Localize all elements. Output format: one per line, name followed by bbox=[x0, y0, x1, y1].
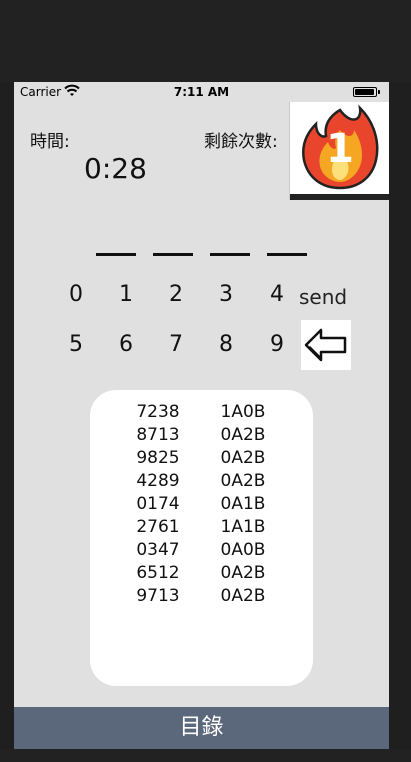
key-0[interactable]: 0 bbox=[56, 275, 96, 315]
history-result: 0A0B bbox=[220, 540, 266, 560]
history-row: 7238 1A0B bbox=[90, 402, 313, 424]
key-6[interactable]: 6 bbox=[106, 325, 146, 365]
send-button[interactable]: send bbox=[299, 277, 359, 317]
key-8[interactable]: 8 bbox=[206, 325, 246, 365]
remaining-count: 1 bbox=[326, 126, 354, 172]
history-guess: 9713 bbox=[136, 586, 180, 606]
backspace-button[interactable] bbox=[301, 320, 351, 370]
history-result: 1A1B bbox=[220, 517, 266, 537]
history-result: 0A2B bbox=[220, 448, 266, 468]
history-guess: 6512 bbox=[136, 563, 180, 583]
key-4[interactable]: 4 bbox=[257, 275, 297, 315]
digit-slot-1 bbox=[96, 253, 136, 256]
history-guess: 8713 bbox=[136, 425, 180, 445]
key-9[interactable]: 9 bbox=[257, 325, 297, 365]
digit-slot-2 bbox=[153, 253, 193, 256]
remaining-count-fire-image: 1 bbox=[289, 102, 389, 200]
status-bar: Carrier 7:11 AM bbox=[14, 82, 389, 102]
history-result: 0A1B bbox=[220, 494, 266, 514]
history-guess: 0174 bbox=[136, 494, 180, 514]
key-1[interactable]: 1 bbox=[106, 275, 146, 315]
history-result: 0A2B bbox=[220, 425, 266, 445]
history-row: 8713 0A2B bbox=[90, 425, 313, 447]
history-row: 4289 0A2B bbox=[90, 471, 313, 493]
guess-history-panel: 7238 1A0B 8713 0A2B 9825 0A2B 4289 0A2B … bbox=[90, 390, 313, 686]
history-guess: 2761 bbox=[136, 517, 180, 537]
digit-slot-3 bbox=[210, 253, 250, 256]
menu-button[interactable]: 目錄 bbox=[14, 707, 389, 749]
image-footer bbox=[290, 194, 389, 200]
time-label: 時間: bbox=[30, 132, 70, 152]
key-7[interactable]: 7 bbox=[156, 325, 196, 365]
history-row: 9825 0A2B bbox=[90, 448, 313, 470]
history-row: 9713 0A2B bbox=[90, 586, 313, 608]
history-result: 1A0B bbox=[220, 402, 266, 422]
status-time: 7:11 AM bbox=[173, 85, 230, 99]
history-row: 6512 0A2B bbox=[90, 563, 313, 585]
back-arrow-icon bbox=[304, 328, 347, 362]
key-2[interactable]: 2 bbox=[156, 275, 196, 315]
history-guess: 9825 bbox=[136, 448, 180, 468]
history-guess: 0347 bbox=[136, 540, 180, 560]
device-bezel-bottom bbox=[0, 749, 411, 762]
history-guess: 7238 bbox=[136, 402, 180, 422]
history-row: 0174 0A1B bbox=[90, 494, 313, 516]
key-3[interactable]: 3 bbox=[206, 275, 246, 315]
battery-icon bbox=[353, 87, 380, 97]
device-bezel-top bbox=[0, 0, 411, 82]
history-result: 0A2B bbox=[220, 563, 266, 583]
history-result: 0A2B bbox=[220, 471, 266, 491]
history-row: 0347 0A0B bbox=[90, 540, 313, 562]
history-guess: 4289 bbox=[136, 471, 180, 491]
digit-slot-4 bbox=[267, 253, 307, 256]
timer-display: 0:28 bbox=[84, 152, 147, 185]
app-screen: Carrier 7:11 AM 時間: 剩餘次數: 0:28 1 0 1 2 3… bbox=[14, 82, 389, 749]
history-row: 2761 1A1B bbox=[90, 517, 313, 539]
remaining-label: 剩餘次數: bbox=[204, 132, 278, 152]
history-result: 0A2B bbox=[220, 586, 266, 606]
key-5[interactable]: 5 bbox=[56, 325, 96, 365]
